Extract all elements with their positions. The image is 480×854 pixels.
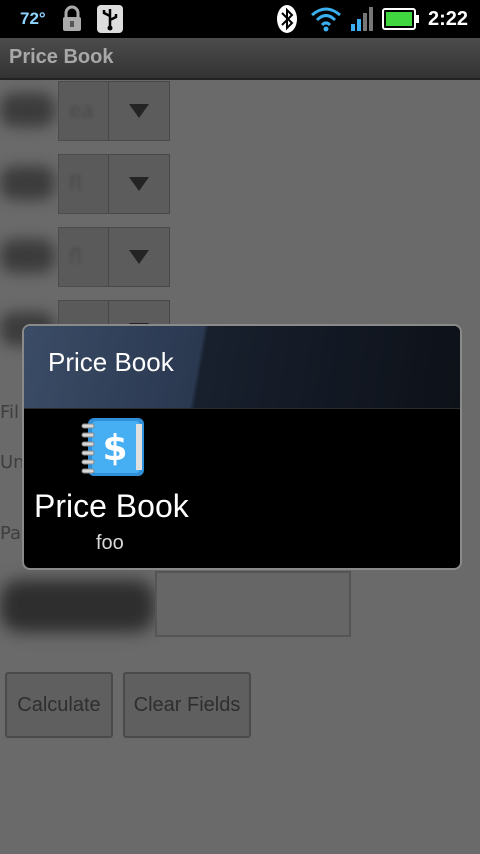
usb-icon [96,0,124,38]
field-label: Fil [0,402,20,423]
spinner-row: fl [0,154,170,214]
app-list-item[interactable]: $ Price Book foo [24,410,224,566]
result-field[interactable] [155,571,351,637]
dialog-title: Price Book [48,347,174,377]
price-book-dialog: Price Book $ Price Book foo [22,324,462,570]
dropdown-arrow-icon [129,177,149,191]
unit-spinner[interactable]: fl [58,154,110,214]
status-clock: 2:22 [428,7,469,30]
svg-text:$: $ [102,428,127,469]
dollar-notebook-icon: $ [80,416,148,480]
wifi-icon [310,0,342,38]
unit-spinner[interactable]: ea [58,81,110,141]
blurred-label [0,166,55,200]
blurred-label [0,93,55,127]
blurred-label [0,239,55,273]
battery-icon [382,0,420,38]
calculate-button[interactable]: Calculate [5,672,113,738]
spinner-row: fl [0,227,170,287]
lock-icon [60,0,84,38]
spinner-row: ea [0,81,170,141]
bluetooth-icon [276,0,298,38]
status-bar: 72° 2:22 [0,0,480,38]
unit-spinner[interactable]: fl [58,227,110,287]
temperature-indicator: 72° [20,9,46,28]
field-label: Pa [0,523,22,544]
spinner-dropdown-button[interactable] [108,154,170,214]
app-title: Price Book [9,46,114,68]
signal-icon [350,0,376,38]
app-item-sublabel: foo [96,532,124,554]
dropdown-arrow-icon [129,250,149,264]
field-label: Un [0,452,25,473]
spinner-dropdown-button[interactable] [108,81,170,141]
dropdown-arrow-icon [129,104,149,118]
clear-fields-button[interactable]: Clear Fields [123,672,251,738]
app-title-bar: Price Book [0,38,480,80]
dialog-header: Price Book [24,326,460,409]
blurred-result-label [0,580,155,632]
app-item-label: Price Book [34,488,189,524]
spinner-dropdown-button[interactable] [108,227,170,287]
